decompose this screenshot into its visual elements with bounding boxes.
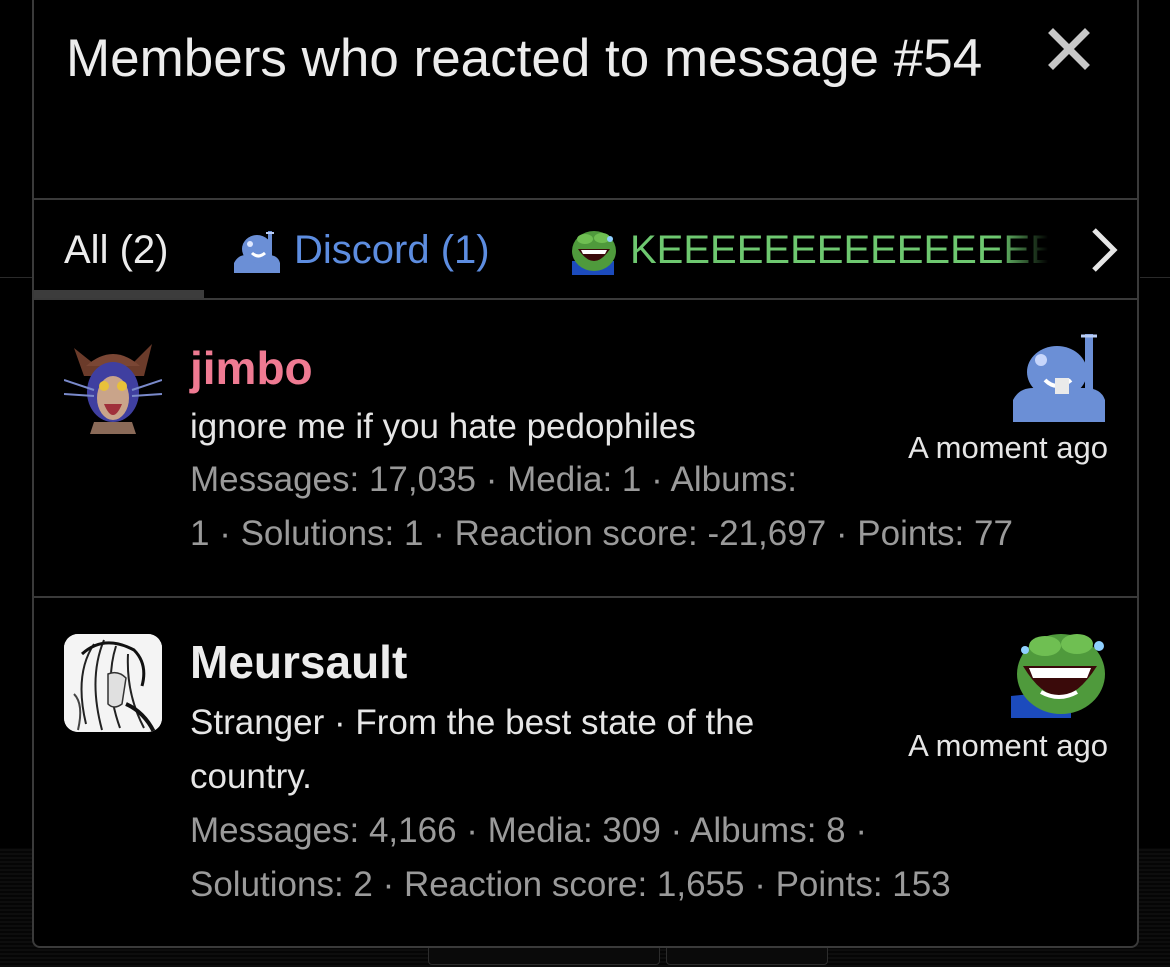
discord-reaction-icon [1013,334,1105,422]
avatar[interactable] [64,634,162,732]
tab-all[interactable]: All (2) [64,200,168,300]
reaction-time: A moment ago [908,430,1108,465]
pepe-laugh-icon [572,231,616,275]
chevron-right-icon[interactable] [1086,226,1120,274]
tab-label: KEEEEEEEEEEEEEEEEE [630,227,1048,272]
pepe-laugh-icon [1011,634,1105,718]
user-stats: 1 · Solutions: 1 · Reaction score: -21,6… [190,514,1013,553]
list-item: jimbo ignore me if you hate pedophiles M… [34,300,1137,598]
active-tab-indicator [34,290,204,298]
user-title: country. [190,757,312,796]
close-icon[interactable] [1046,26,1092,72]
tab-discord[interactable]: Discord (1) [232,200,490,300]
tab-keeee[interactable]: KEEEEEEEEEEEEEEEEE [568,200,1068,300]
username-link[interactable]: jimbo [190,340,313,396]
user-title: Stranger · From the best state of the [190,703,755,742]
list-item: Meursault Stranger · From the best state… [34,598,1137,946]
user-stats: Messages: 17,035 · Media: 1 · Albums: [190,460,797,499]
discord-reaction-icon [232,225,282,275]
username-link[interactable]: Meursault [190,634,407,690]
dialog-title: Members who reacted to message #54 [66,29,983,88]
reaction-tabs: All (2) Discord (1) KEEEEEEEEEEEEEE [34,200,1137,300]
reactions-dialog: Members who reacted to message #54 All (… [32,0,1139,948]
page-divider [0,277,32,278]
avatar[interactable] [64,336,162,434]
tab-label: Discord (1) [294,227,490,272]
tab-label: All (2) [64,227,169,272]
user-title: ignore me if you hate pedophiles [190,407,696,446]
page-divider [1140,277,1170,278]
user-stats: Messages: 4,166 · Media: 309 · Albums: 8… [190,811,867,850]
reaction-time: A moment ago [908,728,1108,763]
dialog-header: Members who reacted to message #54 [34,0,1137,200]
user-stats: Solutions: 2 · Reaction score: 1,655 · P… [190,865,951,904]
